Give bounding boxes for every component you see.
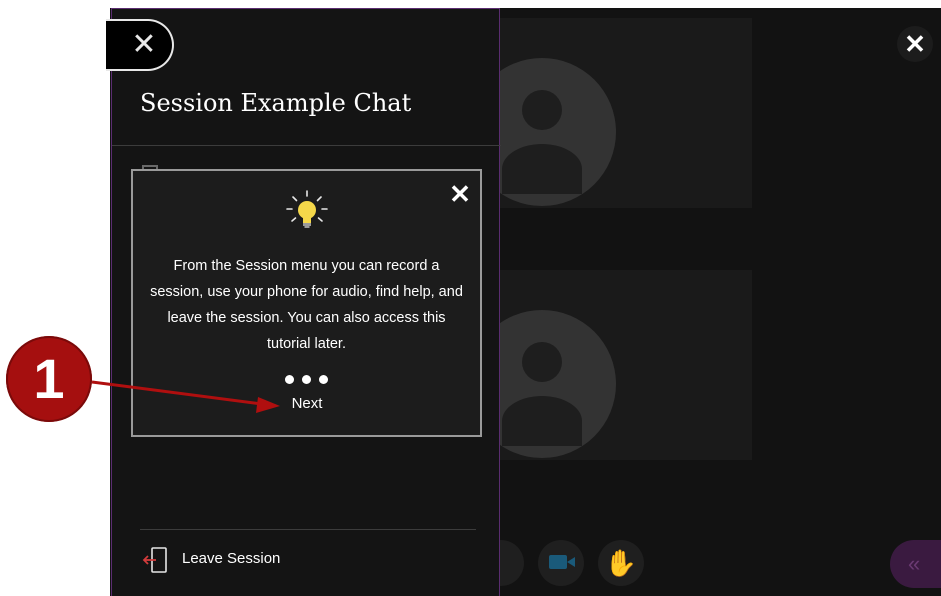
- panel-title: Session Example Chat: [140, 89, 412, 117]
- next-button[interactable]: Next: [277, 395, 337, 412]
- close-panel-button[interactable]: ✕: [106, 19, 174, 71]
- callout-number-badge: 1: [6, 336, 92, 422]
- close-icon: ✕: [131, 28, 157, 61]
- camera-button[interactable]: [538, 540, 584, 586]
- leave-session-icon: [142, 547, 167, 573]
- divider: [140, 529, 476, 530]
- open-collaborate-panel-button[interactable]: «: [890, 540, 941, 588]
- close-session-button[interactable]: ✕: [897, 26, 933, 62]
- progress-dot: [319, 375, 328, 384]
- raise-hand-button[interactable]: ✋: [598, 540, 644, 586]
- tutorial-progress-dots: [285, 375, 331, 385]
- leave-session-button[interactable]: Leave Session: [140, 544, 340, 574]
- progress-dot: [285, 375, 294, 384]
- leave-session-label: Leave Session: [182, 550, 281, 567]
- screenshot-stage: ✕ ✋ « ✕ Session Example Chat Leave Sessi…: [0, 0, 941, 596]
- progress-dot: [302, 375, 311, 384]
- tooltip-body: From the Session menu you can record a s…: [150, 258, 463, 352]
- close-tooltip-button[interactable]: ✕: [447, 181, 473, 207]
- tutorial-tooltip: ✕ From the Session menu you can record a…: [131, 169, 482, 437]
- divider: [112, 145, 501, 146]
- camera-icon: [549, 555, 567, 569]
- lightbulb-icon: [286, 190, 328, 228]
